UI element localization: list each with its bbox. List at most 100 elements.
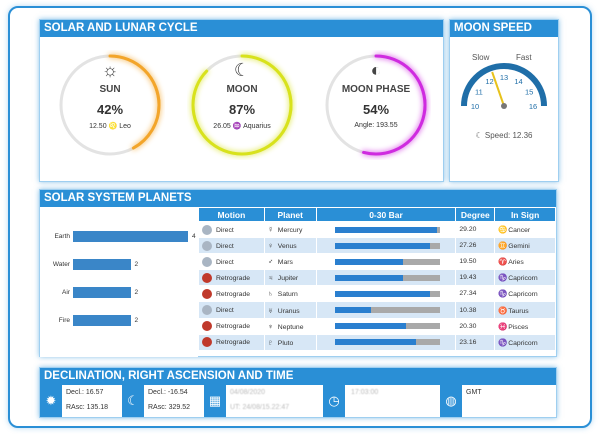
speed-arc: [461, 63, 547, 107]
sign-name: Gemini: [508, 243, 530, 251]
timezone-cell: ◍ GMT: [440, 385, 556, 417]
zodiac-icon: ♋: [498, 225, 508, 235]
sign-name: Capricorn: [508, 291, 538, 299]
time-cell: ◷ 17:03:00: [323, 385, 443, 417]
planet-cell: ♆ Neptune: [263, 317, 317, 335]
sun-icon: ☼: [101, 60, 119, 80]
chart-category-label: Earth: [54, 233, 70, 240]
direct-icon: [202, 224, 212, 235]
moon-phase-gauge: ◐ MOON PHASE 54% Angle: 193.55: [321, 50, 431, 160]
degree-bar: [334, 290, 440, 297]
planet-name: Mars: [277, 259, 293, 267]
planet-name: Neptune: [277, 323, 304, 331]
zodiac-icon: ♑: [498, 337, 508, 347]
sign-name: Taurus: [508, 307, 529, 315]
speed-tick-label: 16: [529, 102, 537, 111]
planet-icon: ♃: [267, 273, 274, 283]
dashboard-frame: SOLAR AND LUNAR CYCLE ☼ SUN 42% 12.50 ♌ …: [8, 6, 592, 428]
planet-icon: ♇: [267, 337, 274, 347]
moon-phase-label: MOON PHASE: [341, 84, 411, 95]
degree-bar-fill: [334, 258, 403, 265]
degree-bar-fill: [334, 274, 403, 281]
retrograde-icon: [202, 272, 212, 283]
motion-cell: Retrograde: [198, 333, 265, 351]
degree-cell: 10.38: [455, 301, 496, 319]
chart-value-label: 2: [134, 317, 139, 324]
globe-icon: ◍: [440, 385, 462, 417]
table-row: Direct ♂ Mars 19.50 ♈Aries: [198, 253, 556, 271]
planet-cell: ♇ Pluto: [263, 333, 317, 351]
planets-table-header: Motion Planet 0-30 Bar Degree In Sign: [198, 207, 556, 222]
moon-percent: 87%: [228, 102, 256, 117]
sign-name: Capricorn: [508, 339, 538, 347]
table-row: Direct ♀ Venus 27.26 ♊Gemini: [198, 237, 556, 255]
sign-cell: ♑Capricorn: [494, 285, 556, 303]
planets-panel: SOLAR SYSTEM PLANETS Earth 4 Water 2 Air 2 Fir…: [39, 189, 557, 357]
sun-decl: Decl.: 16.57: [66, 389, 104, 396]
degree-bar: [334, 242, 440, 249]
speed-value: Speed: 12.36: [484, 131, 533, 140]
sign-cell: ♑Capricorn: [494, 333, 556, 351]
date-cell: ▦ 04/08/2020 UT: 24/08/15.22:47: [204, 385, 324, 417]
moon-label: MOON: [226, 84, 258, 95]
motion-text: Retrograde: [216, 274, 251, 282]
motion-text: Direct: [216, 306, 234, 314]
degree-bar: [334, 274, 440, 281]
timezone-label: GMT: [466, 389, 482, 396]
motion-text: Retrograde: [216, 339, 251, 346]
planet-icon: ♆: [267, 321, 274, 331]
moon-speed-panel: MOON SPEED 10 11 12 13 14 15 16 Slow Fast ☾ Spee…: [449, 19, 559, 182]
table-row: Direct ☿ Mercury 29.20 ♋Cancer: [198, 220, 556, 239]
motion-cell: Direct: [198, 237, 265, 255]
moon-position: 26.05 ♒ Aquarius: [187, 122, 297, 130]
degree-bar-fill: [334, 323, 406, 330]
bar-cell: [315, 285, 457, 303]
planet-name: Saturn: [277, 291, 298, 299]
planet-cell: ♄ Saturn: [263, 285, 317, 303]
chart-value-label: 4: [192, 233, 196, 240]
table-row: Retrograde ♇ Pluto 23.16 ♑Capricorn: [198, 333, 556, 351]
sign-name: Pisces: [508, 323, 529, 331]
chart-category-label: Water: [52, 261, 70, 268]
planet-cell: ♃ Jupiter: [263, 269, 317, 287]
chart-bar: [73, 259, 131, 270]
zodiac-icon: ♑: [498, 273, 508, 283]
speed-tick-label: 12: [485, 77, 493, 86]
crescent-moon-icon: ☾: [233, 60, 251, 80]
degree-cell: 20.30: [455, 317, 496, 335]
motion-cell: Retrograde: [198, 269, 265, 287]
zodiac-icon: ♑: [498, 289, 508, 299]
planet-name: Jupiter: [277, 275, 299, 283]
degree-cell: 27.34: [455, 285, 496, 303]
speed-tick-label: 11: [475, 88, 483, 97]
bar-cell: [315, 237, 457, 255]
planet-cell: ♀ Venus: [263, 237, 317, 255]
col-motion: Motion: [198, 207, 265, 222]
degree-bar-fill: [334, 290, 431, 297]
degree-bar: [334, 258, 440, 265]
planets-table: Motion Planet 0-30 Bar Degree In Sign Di…: [198, 207, 556, 351]
sign-cell: ♋Cancer: [494, 220, 556, 239]
planet-icon: ♂: [267, 257, 274, 267]
sign-cell: ♊Gemini: [494, 237, 556, 255]
motion-text: Direct: [216, 226, 234, 234]
sun-rasc: RAsc: 135.18: [66, 404, 109, 411]
planet-icon: ☿: [267, 225, 274, 235]
sun-position: 12.50 ♌ Leo: [55, 122, 165, 130]
zodiac-icon: ♈: [498, 257, 508, 267]
degree-bar-fill: [334, 226, 437, 233]
crescent-moon-icon: ☾: [122, 385, 144, 417]
table-row: Retrograde ♃ Jupiter 19.43 ♑Capricorn: [198, 269, 556, 287]
retrograde-icon: [202, 337, 212, 348]
speed-tick-label: 10: [471, 102, 479, 111]
planet-cell: ☿ Mercury: [263, 220, 317, 239]
degree-cell: 19.50: [455, 253, 496, 271]
sun-label: SUN: [99, 84, 121, 95]
degree-cell: 29.20: [455, 220, 496, 239]
zodiac-icon: ♉: [498, 305, 508, 315]
elements-bar-chart: Earth 4 Water 2 Air 2 Fire 2: [40, 207, 198, 357]
speed-tick-label: 14: [514, 77, 522, 86]
ut-line: UT: 24/08/15.22:47: [230, 404, 290, 411]
sign-name: Aries: [508, 259, 524, 267]
sun-percent: 42%: [96, 102, 124, 117]
